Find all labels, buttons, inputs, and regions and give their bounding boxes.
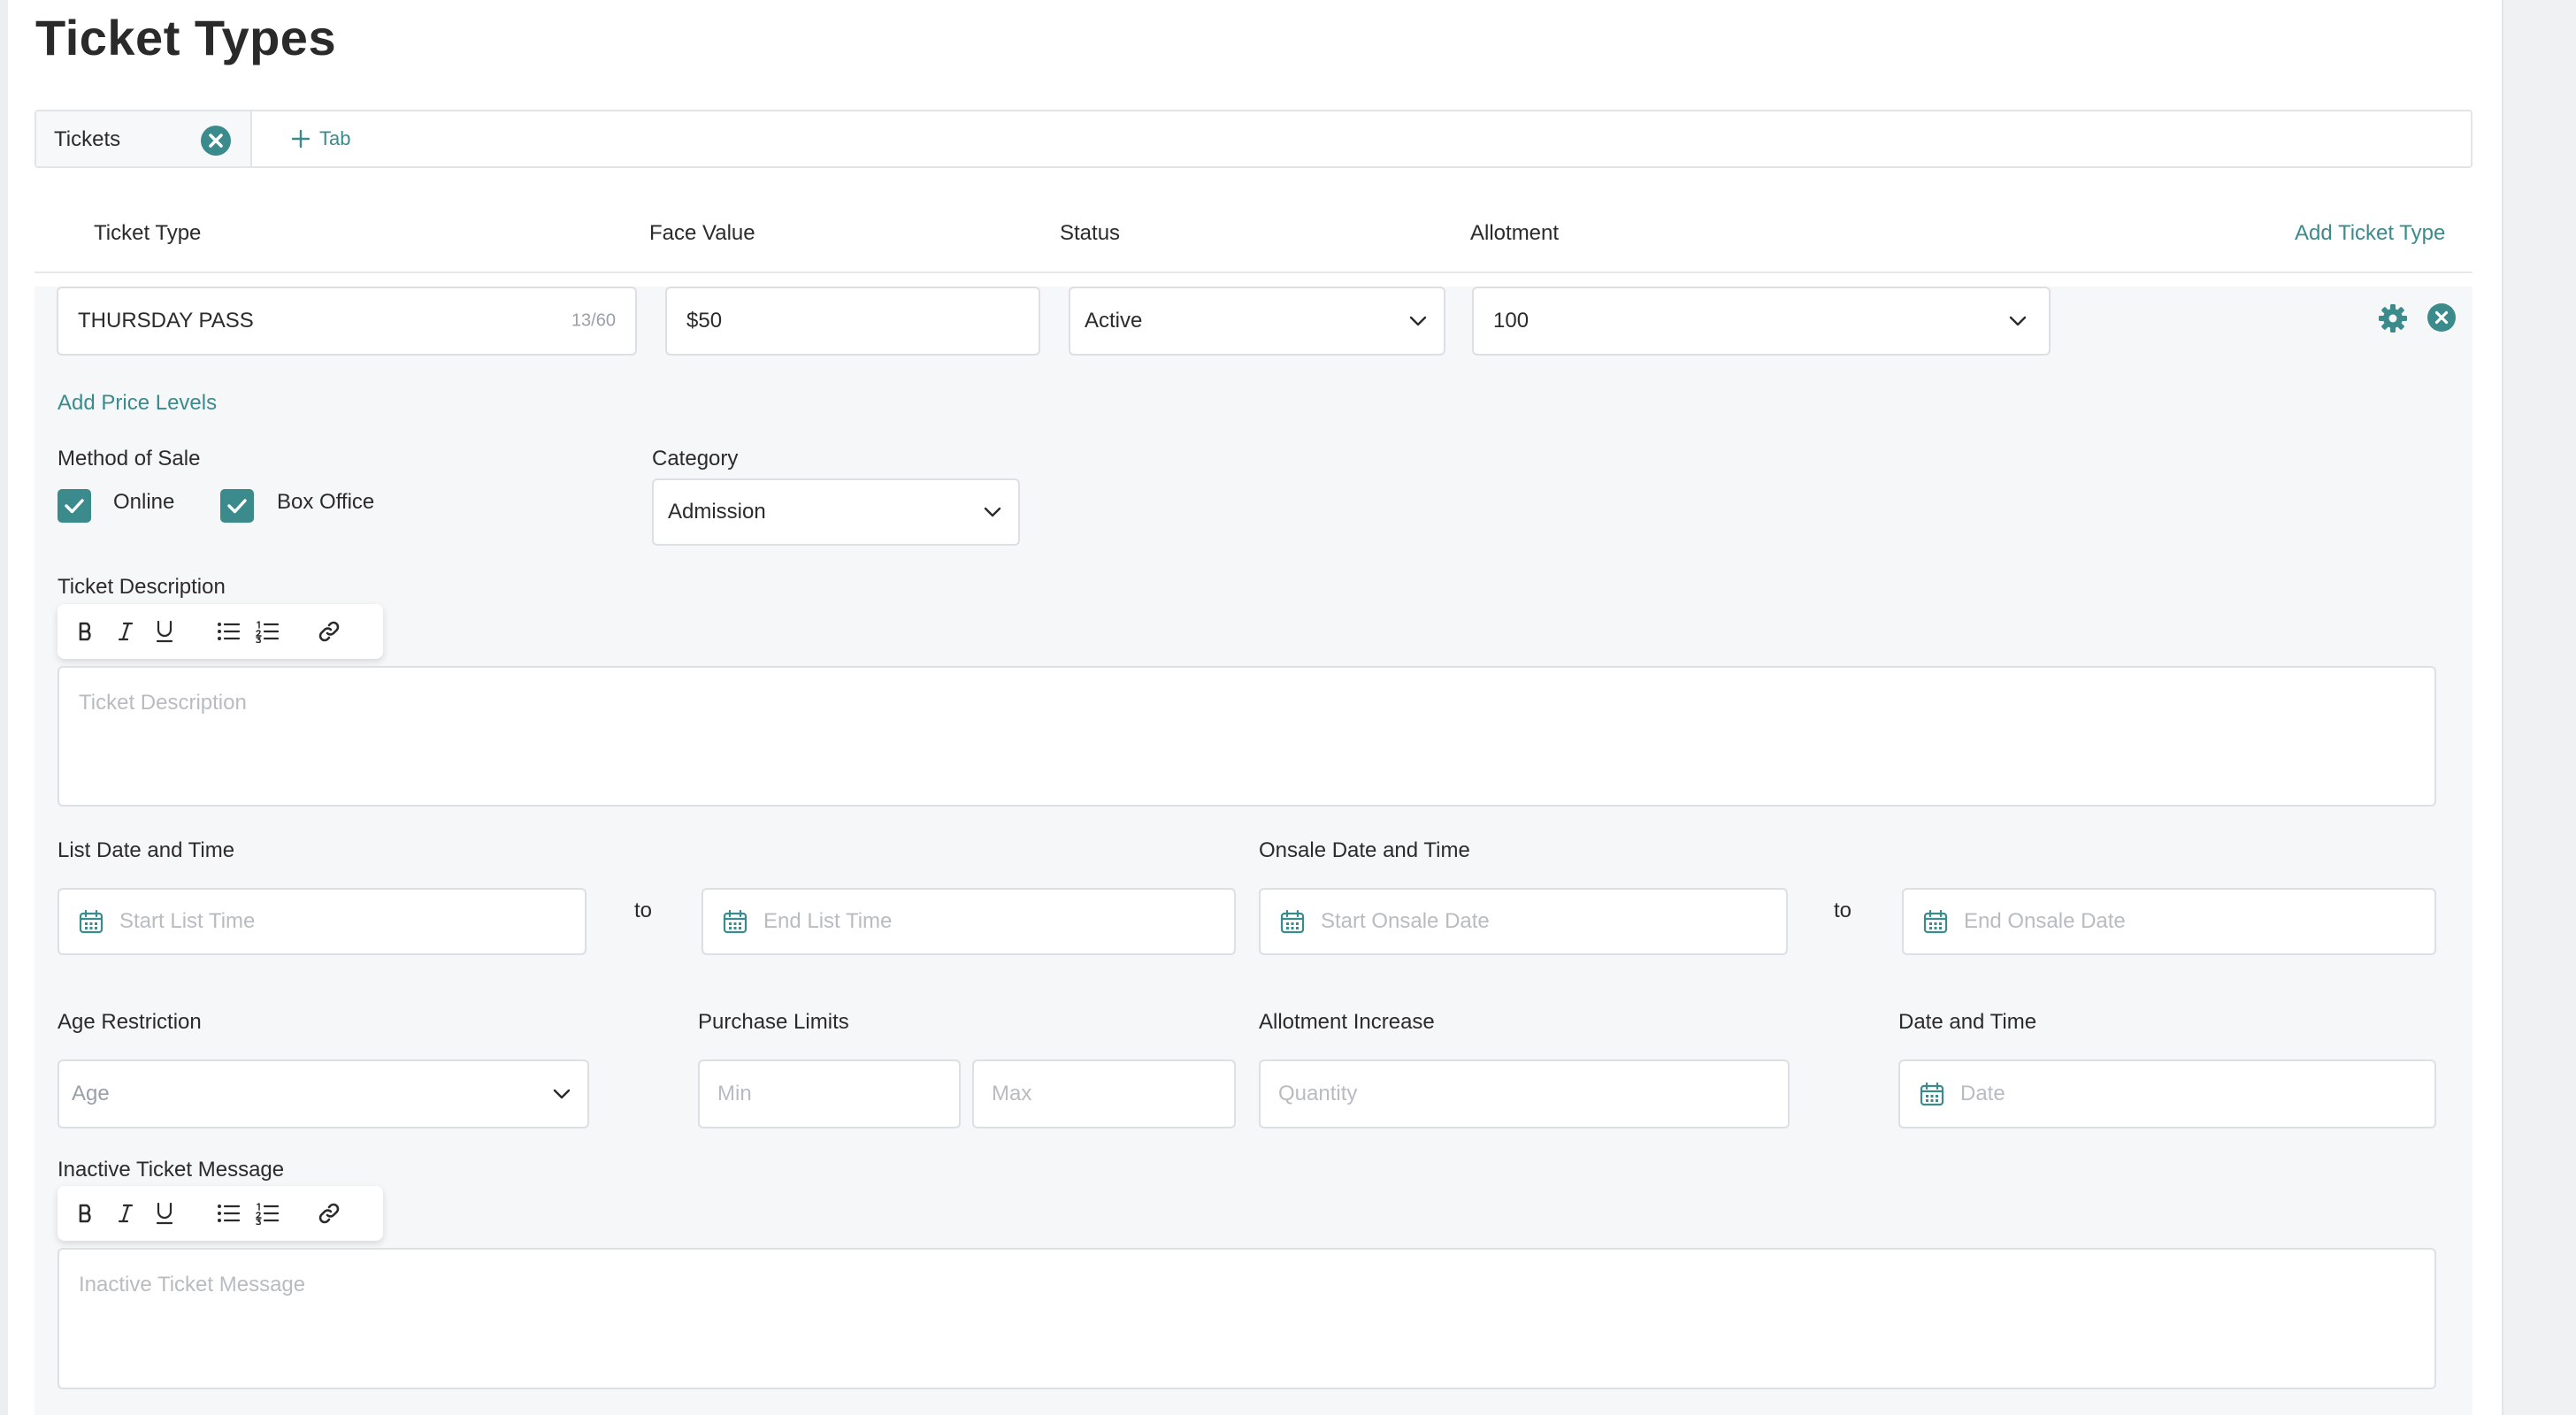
onsale-date-time-label: Onsale Date and Time [1259,838,1470,862]
purchase-min-placeholder: Min [717,1082,752,1105]
add-tab-button[interactable]: Tab [291,127,350,150]
box-office-checkbox[interactable] [220,489,254,523]
link-icon[interactable] [318,620,341,643]
ticket-name-input[interactable]: THURSDAY PASS 13/60 [57,287,637,356]
close-tab-icon[interactable] [201,126,231,156]
calendar-icon [1923,909,1948,934]
end-onsale-date-placeholder: End Onsale Date [1964,909,2126,933]
online-checkbox-label: Online [113,490,175,514]
purchase-max-input[interactable]: Max [972,1059,1236,1128]
age-restriction-label: Age Restriction [58,1010,202,1034]
bold-icon[interactable] [77,621,95,642]
chevron-down-icon [553,1089,571,1099]
check-icon [227,499,247,514]
calendar-icon [1280,909,1305,934]
tab-label: Tickets [54,127,121,151]
status-select[interactable]: Active [1069,287,1445,356]
italic-icon[interactable] [118,1203,134,1224]
allotment-select[interactable]: 100 [1472,287,2051,356]
page-left-gutter [0,0,8,1415]
allotment-increase-input[interactable]: Quantity [1259,1059,1790,1128]
numbered-list-icon[interactable] [256,620,279,643]
inactive-ticket-message-label: Inactive Ticket Message [58,1158,285,1182]
calendar-icon [79,909,104,934]
purchase-min-input[interactable]: Min [698,1059,961,1128]
status-value: Active [1085,309,1143,333]
page-right-gutter [2502,0,2576,1415]
allotment-value: 100 [1493,309,1530,333]
ticket-type-panel [34,287,2472,1415]
start-list-time-input[interactable]: Start List Time [58,888,586,955]
end-list-time-placeholder: End List Time [763,909,893,933]
bullet-list-icon[interactable] [217,621,240,642]
ticket-name-value: THURSDAY PASS [78,309,254,333]
column-header-ticket-type: Ticket Type [94,221,202,245]
description-formatting-toolbar [58,604,383,659]
ticket-description-label: Ticket Description [58,575,226,599]
quantity-placeholder: Quantity [1278,1082,1358,1105]
end-onsale-date-input[interactable]: End Onsale Date [1902,888,2436,955]
inactive-message-formatting-toolbar [58,1186,383,1241]
add-price-levels-link[interactable]: Add Price Levels [58,391,217,416]
chevron-down-icon [2009,316,2027,326]
gear-icon[interactable] [2378,303,2408,333]
date-input[interactable]: Date [1898,1059,2436,1128]
category-value: Admission [668,500,766,524]
column-header-status: Status [1060,221,1121,245]
underline-icon[interactable] [155,1202,174,1225]
allotment-increase-label: Allotment Increase [1259,1010,1435,1034]
italic-icon[interactable] [118,621,134,642]
inactive-ticket-message-editor[interactable]: Inactive Ticket Message [58,1248,2436,1389]
purchase-limits-label: Purchase Limits [698,1010,849,1034]
underline-icon[interactable] [155,620,174,643]
end-list-time-input[interactable]: End List Time [702,888,1236,955]
date-and-time-label: Date and Time [1898,1010,2037,1034]
start-onsale-date-input[interactable]: Start Onsale Date [1259,888,1788,955]
check-icon [65,499,84,514]
start-list-time-placeholder: Start List Time [119,909,256,933]
add-tab-label: Tab [319,127,351,149]
tab-tickets[interactable]: Tickets [36,111,252,166]
header-divider [34,272,2472,273]
calendar-icon [1920,1082,1944,1106]
face-value-value: $50 [686,309,723,333]
face-value-input[interactable]: $50 [665,287,1040,356]
add-ticket-type-link[interactable]: Add Ticket Type [2295,221,2445,246]
inactive-ticket-message-placeholder: Inactive Ticket Message [79,1273,306,1296]
age-placeholder: Age [72,1082,110,1105]
column-header-face-value: Face Value [649,221,755,245]
onsale-date-to-label: to [1834,899,1852,922]
category-select[interactable]: Admission [652,478,1020,546]
category-label: Category [652,447,739,470]
age-select[interactable]: Age [58,1059,589,1128]
chevron-down-icon [1409,316,1427,326]
link-icon[interactable] [318,1202,341,1225]
character-counter: 13/60 [571,310,616,331]
tab-bar: Tickets Tab [34,110,2472,168]
ticket-description-placeholder: Ticket Description [79,691,247,715]
start-onsale-date-placeholder: Start Onsale Date [1321,909,1490,933]
remove-ticket-icon[interactable] [2427,303,2456,332]
calendar-icon [723,909,748,934]
box-office-checkbox-label: Box Office [277,490,375,514]
bold-icon[interactable] [77,1203,95,1224]
date-placeholder: Date [1960,1082,2005,1105]
online-checkbox[interactable] [58,489,91,523]
plus-icon [291,129,310,149]
method-of-sale-label: Method of Sale [58,447,201,470]
bullet-list-icon[interactable] [217,1203,240,1224]
ticket-description-editor[interactable]: Ticket Description [58,666,2436,807]
column-header-allotment: Allotment [1470,221,1560,245]
page-title: Ticket Types [35,10,337,65]
list-date-time-label: List Date and Time [58,838,235,862]
purchase-max-placeholder: Max [992,1082,1032,1105]
chevron-down-icon [984,507,1001,517]
numbered-list-icon[interactable] [256,1202,279,1225]
list-date-to-label: to [634,899,653,922]
